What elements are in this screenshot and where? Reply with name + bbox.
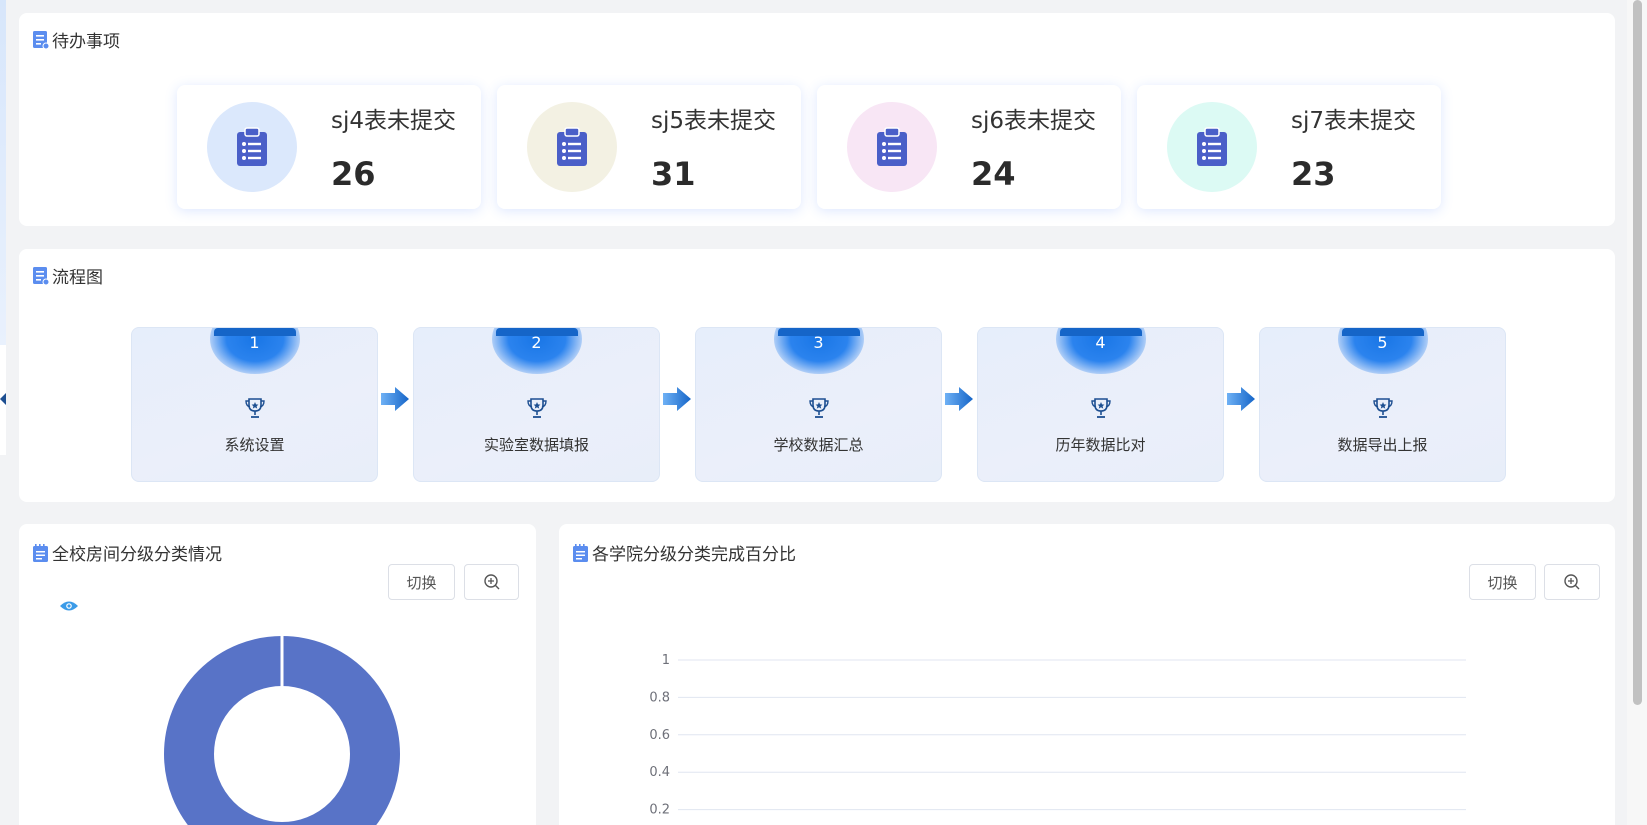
- todo-icon-circle: [207, 102, 297, 192]
- step-number: 2: [531, 333, 542, 352]
- flow-step-5[interactable]: 5 数据导出上报: [1259, 327, 1506, 482]
- todo-card-3[interactable]: sj6表未提交 24: [817, 85, 1121, 209]
- scrollbar-thumb[interactable]: [1633, 0, 1642, 705]
- flow-arrow-icon: [945, 387, 973, 411]
- college-bar-chart: 1 0.8 0.6 0.4 0.2: [649, 653, 1466, 818]
- notepad-icon: [33, 543, 48, 562]
- list-doc-icon: [33, 30, 49, 49]
- todo-count: 26: [331, 155, 376, 193]
- todo-icon-circle: [527, 102, 617, 192]
- zoom-in-icon: [483, 574, 499, 590]
- room-switch-label: 切换: [406, 573, 437, 592]
- flow-title-text: 流程图: [52, 268, 103, 288]
- step-label: 学校数据汇总: [773, 436, 864, 454]
- trophy-icon: [1372, 398, 1393, 418]
- step-label: 实验室数据填报: [483, 436, 589, 454]
- flow-step-3[interactable]: 3 学校数据汇总: [695, 327, 942, 482]
- todo-label: sj5表未提交: [651, 108, 777, 134]
- step-number: 5: [1377, 333, 1388, 352]
- room-panel-title: 全校房间分级分类情况: [33, 540, 222, 565]
- todo-label: sj7表未提交: [1291, 108, 1417, 134]
- clipboard-list-icon: [1197, 127, 1227, 166]
- clipboard-list-icon: [237, 127, 267, 166]
- flow-arrow-icon: [381, 387, 409, 411]
- todo-label: sj4表未提交: [331, 108, 457, 134]
- clipboard-list-icon: [557, 127, 587, 166]
- step-number: 3: [813, 333, 824, 352]
- room-switch-button[interactable]: 切换: [388, 564, 455, 600]
- y-tick-label: 0.2: [649, 803, 670, 818]
- flow-arrow-icon: [663, 387, 691, 411]
- todo-icon-circle: [847, 102, 937, 192]
- todo-card-2[interactable]: sj5表未提交 31: [497, 85, 801, 209]
- college-percentage-panel: 各学院分级分类完成百分比 切换 1 0.8 0.6 0.4 0.2: [559, 524, 1615, 825]
- step-number: 4: [1095, 333, 1106, 352]
- room-title-text: 全校房间分级分类情况: [52, 545, 222, 565]
- step-label: 数据导出上报: [1337, 436, 1428, 454]
- trophy-icon: [244, 398, 265, 418]
- flow-panel: 流程图 1 系统设置 2 实验室数据填报 3 学校数据汇总 4 历年数据比对 5 数据导出上报: [19, 249, 1615, 502]
- left-sidebar-edge: [0, 0, 6, 345]
- legend-eye-icon[interactable]: [59, 600, 79, 612]
- todo-label: sj6表未提交: [971, 108, 1097, 134]
- todo-title-text: 待办事项: [52, 32, 120, 52]
- y-tick-label: 0.6: [649, 728, 670, 743]
- todo-count: 24: [971, 155, 1016, 193]
- trophy-icon: [808, 398, 829, 418]
- todo-count: 31: [651, 155, 696, 193]
- step-label: 系统设置: [224, 436, 285, 454]
- collapse-sidebar-icon[interactable]: [0, 393, 6, 405]
- room-zoom-button[interactable]: [464, 564, 519, 600]
- todo-card-4[interactable]: sj7表未提交 23: [1137, 85, 1441, 209]
- flow-panel-title: 流程图: [33, 263, 103, 288]
- list-doc-icon: [33, 266, 49, 285]
- room-classification-panel: 全校房间分级分类情况 切换: [19, 524, 536, 825]
- clipboard-list-icon: [877, 127, 907, 166]
- flow-step-2[interactable]: 2 实验室数据填报: [413, 327, 660, 482]
- trophy-icon: [1090, 398, 1111, 418]
- y-tick-label: 0.4: [649, 765, 670, 780]
- flow-arrow-icon: [1227, 387, 1255, 411]
- todo-panel-title: 待办事项: [33, 27, 120, 52]
- trophy-icon: [526, 398, 547, 418]
- todo-card-1[interactable]: sj4表未提交 26: [177, 85, 481, 209]
- todo-count: 23: [1291, 155, 1336, 193]
- y-tick-label: 1: [662, 653, 670, 668]
- todo-panel: 待办事项 sj4表未提交 26 sj5表未提交 31 sj6表未提交 24 sj7表未提交 2…: [19, 13, 1615, 226]
- page-scrollbar[interactable]: [1627, 0, 1647, 825]
- step-number: 1: [249, 333, 260, 352]
- y-tick-label: 0.8: [649, 690, 670, 705]
- todo-icon-circle: [1167, 102, 1257, 192]
- step-label: 历年数据比对: [1055, 436, 1146, 454]
- donut-slice[interactable]: [164, 635, 400, 825]
- flow-step-1[interactable]: 1 系统设置: [131, 327, 378, 482]
- flow-step-4[interactable]: 4 历年数据比对: [977, 327, 1224, 482]
- room-donut-chart: [164, 635, 400, 825]
